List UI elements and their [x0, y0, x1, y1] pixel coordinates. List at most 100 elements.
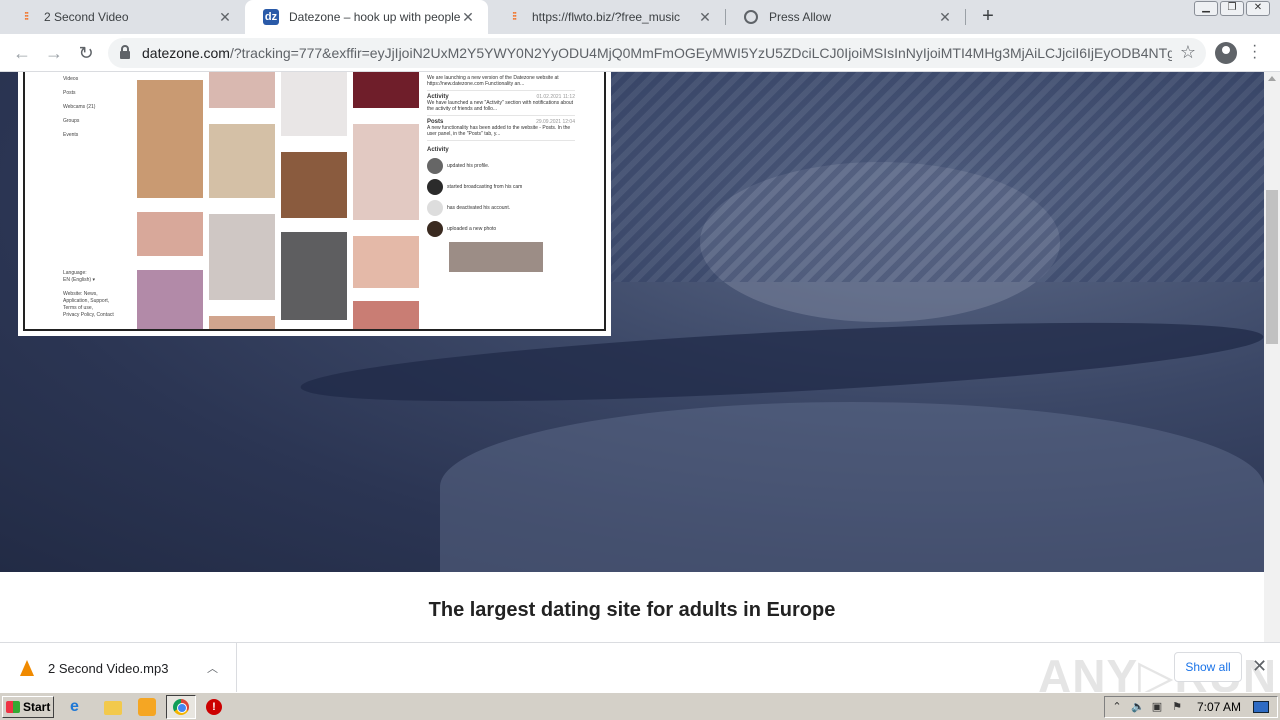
- avatar: [427, 200, 443, 216]
- chevron-up-icon[interactable]: ⌃: [1111, 701, 1123, 713]
- scroll-up-arrow-icon[interactable]: [1268, 76, 1276, 81]
- preview-activity-text: updated his profile.: [447, 163, 490, 169]
- flag-icon[interactable]: ⚑: [1171, 701, 1183, 713]
- url-text[interactable]: datezone.com/?tracking=777&exffir=eyJjIj…: [142, 45, 1172, 61]
- preview-footer-line: EN (English) ▾: [63, 277, 95, 283]
- clock[interactable]: 7:07 AM: [1197, 700, 1241, 714]
- preview-activity-text: started broadcasting from his cam: [447, 184, 523, 190]
- close-icon[interactable]: ✕: [1252, 656, 1267, 677]
- tab-flwto[interactable]: ⫶⫶ https://flwto.biz/?free_music ✕: [488, 0, 725, 34]
- vlc-cone-icon: [20, 660, 34, 676]
- preview-photo: [353, 301, 419, 329]
- preview-photo: [281, 152, 347, 218]
- browser-toolbar: ← → ↻ datezone.com/?tracking=777&exffir=…: [0, 34, 1280, 72]
- system-tray: ⌃ 🔈 ▣ ⚑ 7:07 AM: [1104, 696, 1278, 718]
- preview-nav-item: Groups: [63, 118, 80, 124]
- close-icon[interactable]: ✕: [937, 9, 953, 26]
- site-preview-screenshot: Videos Posts Webcams (21) Groups Events …: [18, 72, 611, 336]
- internet-explorer-icon[interactable]: e: [70, 698, 88, 716]
- chrome-taskbar-button[interactable]: [166, 695, 196, 719]
- preview-news-item: Activity 01.02.2021 11:12 We have launch…: [427, 91, 575, 116]
- preview-footer-line: Language:: [63, 270, 87, 276]
- preview-activity-item: uploaded a new photo: [427, 221, 575, 237]
- tab-press-allow[interactable]: Press Allow ✕: [725, 0, 965, 34]
- browser-menu-icon[interactable]: · · ·: [1252, 38, 1257, 66]
- download-filename: 2 Second Video.mp3: [48, 660, 169, 676]
- close-icon[interactable]: ✕: [460, 9, 476, 26]
- window-close-button[interactable]: ✕: [1246, 1, 1270, 16]
- windows-taskbar: Start e ! ⌃ 🔈 ▣ ⚑ 7:07 AM: [0, 692, 1280, 720]
- globe-icon: [743, 9, 759, 25]
- download-item[interactable]: 2 Second Video.mp3 ︿: [0, 643, 237, 693]
- profile-avatar-icon[interactable]: [1215, 42, 1237, 64]
- show-desktop-icon[interactable]: [1253, 701, 1270, 713]
- close-icon[interactable]: ✕: [697, 9, 713, 26]
- tab-2-second-video[interactable]: ⫶⫶ 2 Second Video ✕: [0, 0, 245, 34]
- close-icon[interactable]: ✕: [217, 9, 233, 26]
- chrome-icon: [173, 699, 189, 715]
- audio-wave-icon: ⫶⫶: [24, 10, 29, 23]
- preview-photo: [353, 124, 419, 220]
- lock-icon[interactable]: [120, 45, 130, 59]
- preview-activity-text: has deactivated his account.: [447, 205, 511, 211]
- preview-footer-line: Privacy Policy, Contact: [63, 312, 114, 318]
- scroll-thumb[interactable]: [1266, 190, 1278, 344]
- preview-photo: [209, 316, 275, 329]
- restore-button[interactable]: ❐: [1220, 1, 1244, 16]
- show-all-button[interactable]: Show all: [1174, 652, 1242, 682]
- preview-photo: [281, 232, 347, 320]
- avatar: [427, 158, 443, 174]
- preview-nav-item: Webcams (21): [63, 104, 96, 110]
- hero-lace: [610, 72, 1264, 282]
- page-viewport: Videos Posts Webcams (21) Groups Events …: [0, 72, 1264, 642]
- forward-button[interactable]: →: [42, 41, 66, 65]
- preview-photo: [137, 80, 203, 198]
- bookmark-star-icon[interactable]: ☆: [1180, 42, 1196, 63]
- minimize-button[interactable]: ▁: [1194, 1, 1218, 16]
- preview-footer-line: Application, Support,: [63, 298, 110, 304]
- media-player-icon[interactable]: [138, 698, 156, 716]
- stop-icon[interactable]: !: [206, 699, 222, 715]
- download-bar: 2 Second Video.mp3 ︿ ANY▷RUN Show all ✕: [0, 642, 1280, 702]
- folder-icon[interactable]: [104, 701, 122, 715]
- new-tab-button[interactable]: +: [976, 5, 1000, 29]
- preview-activity-text: uploaded a new photo: [447, 226, 497, 232]
- avatar: [427, 221, 443, 237]
- tab-title: 2 Second Video: [44, 10, 129, 24]
- network-icon[interactable]: ▣: [1151, 701, 1163, 713]
- preview-news-text: We have launched a new "Activity" sectio…: [427, 100, 574, 112]
- preview-nav-item: Posts: [63, 90, 76, 96]
- back-button[interactable]: ←: [10, 41, 34, 65]
- address-bar[interactable]: datezone.com/?tracking=777&exffir=eyJjIj…: [108, 38, 1206, 68]
- preview-photo: [353, 236, 419, 288]
- start-button[interactable]: Start: [2, 696, 54, 718]
- windows-logo-icon: [6, 701, 20, 713]
- start-label: Start: [23, 700, 51, 714]
- preview-photo: [449, 242, 543, 272]
- preview-activity-item: has deactivated his account.: [427, 200, 575, 216]
- preview-frame: Videos Posts Webcams (21) Groups Events …: [23, 72, 606, 331]
- preview-sidebar: Videos Posts Webcams (21) Groups Events …: [63, 72, 133, 318]
- preview-activity: Activity updated his profile. started br…: [427, 141, 575, 272]
- page-tagline: The largest dating site for adults in Eu…: [0, 572, 1264, 642]
- chevron-up-icon[interactable]: ︿: [207, 660, 218, 676]
- window-controls: ▁ ❐ ✕: [1194, 1, 1270, 16]
- speaker-icon[interactable]: 🔈: [1131, 701, 1145, 713]
- tab-datezone[interactable]: dz Datezone – hook up with people! ✕: [245, 0, 488, 34]
- preview-news-text: We are launching a new version of the Da…: [427, 75, 559, 87]
- preview-news-item: We are launching a new version of the Da…: [427, 72, 575, 91]
- preview-footer-line: Terms of use,: [63, 305, 94, 311]
- preview-activity-item: updated his profile.: [427, 158, 575, 174]
- preview-footer-line: Website: News,: [63, 291, 98, 297]
- preview-activity-item: started broadcasting from his cam: [427, 179, 575, 195]
- preview-photo: [209, 124, 275, 198]
- page-scrollbar[interactable]: [1264, 72, 1280, 642]
- preview-photo: [209, 214, 275, 300]
- preview-photo: [137, 270, 203, 329]
- preview-photo: [137, 212, 203, 256]
- reload-button[interactable]: ↻: [74, 41, 98, 65]
- tab-title: Datezone – hook up with people!: [289, 10, 460, 24]
- tab-strip: ⫶⫶ 2 Second Video ✕ dz Datezone – hook u…: [0, 0, 1280, 34]
- preview-news-feed: We are launching a new version of the Da…: [427, 72, 575, 272]
- preview-footer: Language: EN (English) ▾ Website: News, …: [63, 270, 114, 319]
